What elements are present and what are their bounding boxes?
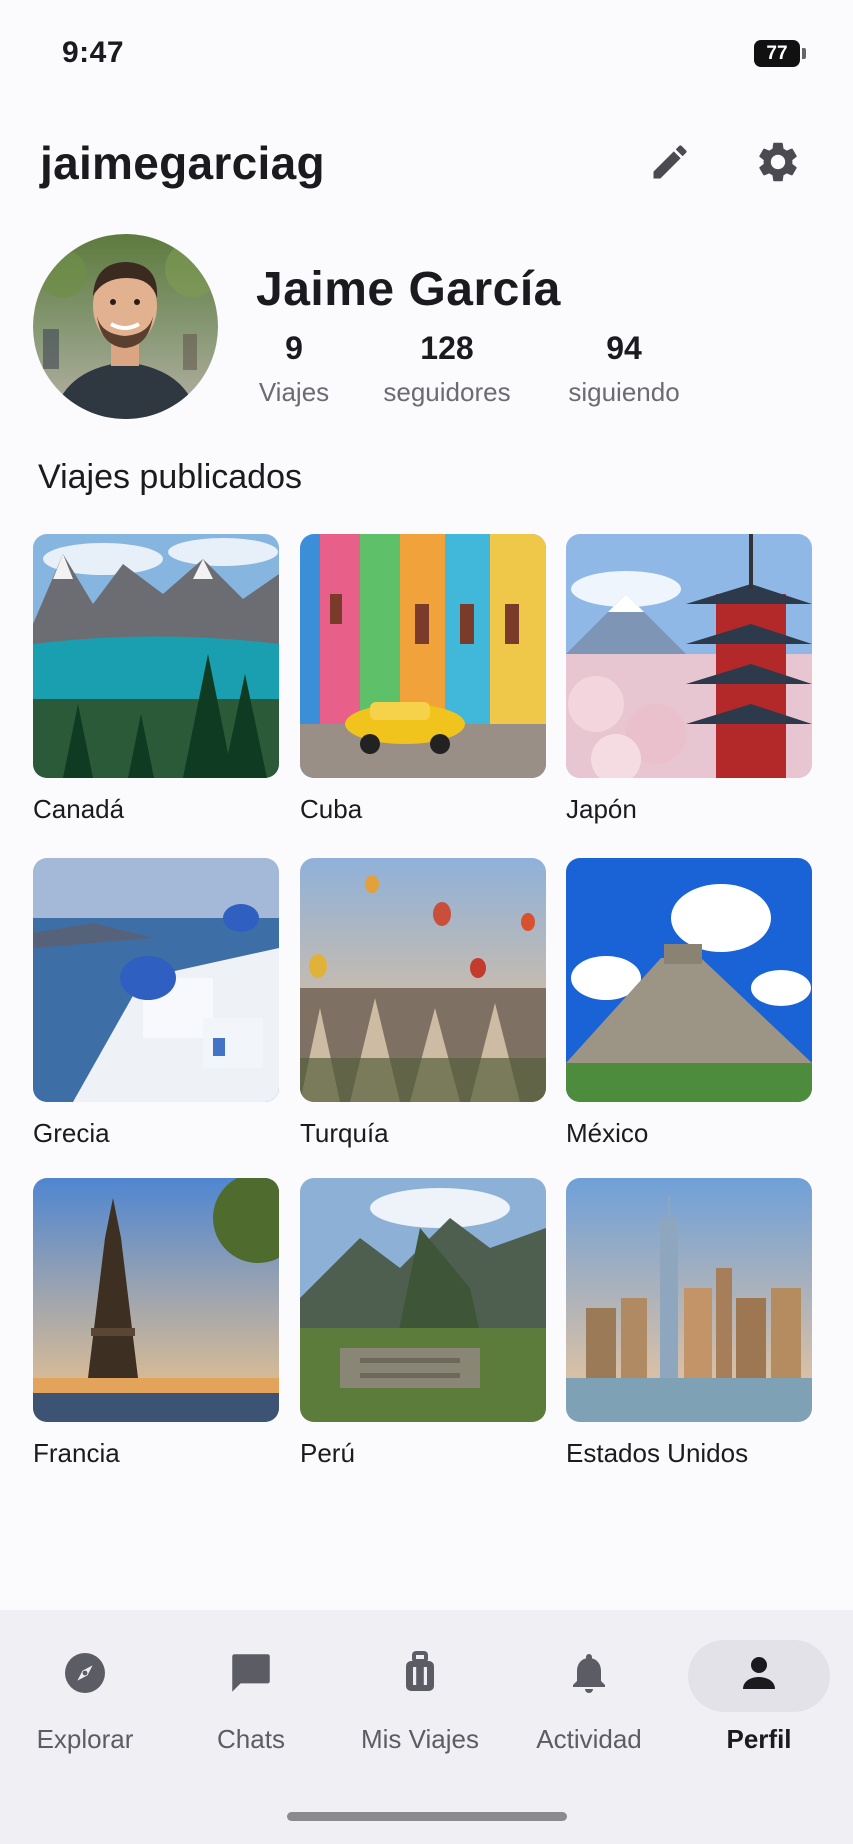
edit-profile-button[interactable] <box>638 130 702 194</box>
trip-label: Canadá <box>33 794 125 824</box>
nav-label: Explorar <box>36 1724 134 1754</box>
trip-photo <box>300 1178 546 1422</box>
trip-photo <box>300 858 546 1102</box>
nav-label: Chats <box>217 1724 285 1754</box>
chat-icon <box>224 1646 278 1700</box>
trip-card-japon[interactable]: Japón <box>566 534 812 825</box>
nav-label: Actividad <box>536 1724 642 1754</box>
trip-photo <box>566 858 812 1102</box>
trip-label: Perú <box>300 1438 355 1468</box>
avatar-photo <box>33 234 218 419</box>
battery-icon: 77 <box>754 40 806 67</box>
stat-label: Viajes <box>258 377 330 407</box>
gear-icon <box>759 142 797 182</box>
trip-label: Cuba <box>300 794 363 824</box>
trip-photo <box>33 534 279 778</box>
status-bar: 9:47 77 <box>0 0 853 110</box>
stat-trips[interactable]: 9 Viajes <box>254 330 334 408</box>
trip-label: Turquía <box>300 1118 389 1148</box>
bell-icon <box>562 1646 616 1700</box>
avatar[interactable] <box>33 234 218 419</box>
stat-value: 128 <box>420 330 474 366</box>
trip-label: Estados Unidos <box>566 1438 749 1468</box>
settings-button[interactable] <box>746 130 810 194</box>
display-name: Jaime García <box>256 263 561 316</box>
stat-label: siguiendo <box>568 377 680 407</box>
trip-photo <box>300 534 546 778</box>
trip-label: Grecia <box>33 1118 110 1148</box>
profile-header: jaimegarciag <box>0 130 853 200</box>
person-icon <box>732 1646 786 1700</box>
stat-value: 9 <box>285 330 303 366</box>
username-title: jaimegarciag <box>40 137 325 189</box>
trip-photo <box>566 534 812 778</box>
stat-label: seguidores <box>383 377 511 407</box>
nav-tab-actividad[interactable]: Actividad <box>504 1646 674 1755</box>
trip-card-estados-unidos[interactable]: Estados Unidos <box>566 1178 812 1469</box>
trip-label: Japón <box>566 794 637 824</box>
nav-tab-perfil[interactable]: Perfil <box>674 1646 844 1755</box>
compass-icon <box>58 1646 112 1700</box>
trip-card-cuba[interactable]: Cuba <box>300 534 546 825</box>
stat-followers[interactable]: 128 seguidores <box>372 330 522 408</box>
nav-tab-chats[interactable]: Chats <box>166 1646 336 1755</box>
stat-following[interactable]: 94 siguiendo <box>560 330 688 408</box>
trip-card-mexico[interactable]: México <box>566 858 812 1149</box>
stat-value: 94 <box>606 330 642 366</box>
nav-label: Mis Viajes <box>360 1724 479 1754</box>
nav-tab-mis-viajes[interactable]: Mis Viajes <box>335 1646 505 1755</box>
trip-photo <box>566 1178 812 1422</box>
edit-pencil-icon <box>653 145 687 179</box>
status-time: 9:47 <box>62 36 125 69</box>
section-title: Viajes publicados <box>38 458 302 496</box>
trip-card-grecia[interactable]: Grecia <box>33 858 279 1149</box>
trip-card-francia[interactable]: Francia <box>33 1178 279 1469</box>
profile-summary: Jaime García 9 Viajes 128 seguidores 94 … <box>0 234 853 424</box>
trip-photo <box>33 858 279 1102</box>
bottom-navigation: Explorar Chats Mis Viajes Actividad Perf… <box>0 1610 853 1844</box>
trip-label: Francia <box>33 1438 120 1468</box>
luggage-icon <box>393 1646 447 1700</box>
nav-label: Perfil <box>726 1724 792 1754</box>
trip-card-peru[interactable]: Perú <box>300 1178 546 1469</box>
home-indicator[interactable] <box>287 1812 567 1821</box>
trip-card-turquia[interactable]: Turquía <box>300 858 546 1149</box>
trip-photo <box>33 1178 279 1422</box>
trip-label: México <box>566 1118 649 1148</box>
trip-card-canada[interactable]: Canadá <box>33 534 279 825</box>
nav-tab-explorar[interactable]: Explorar <box>0 1646 170 1755</box>
